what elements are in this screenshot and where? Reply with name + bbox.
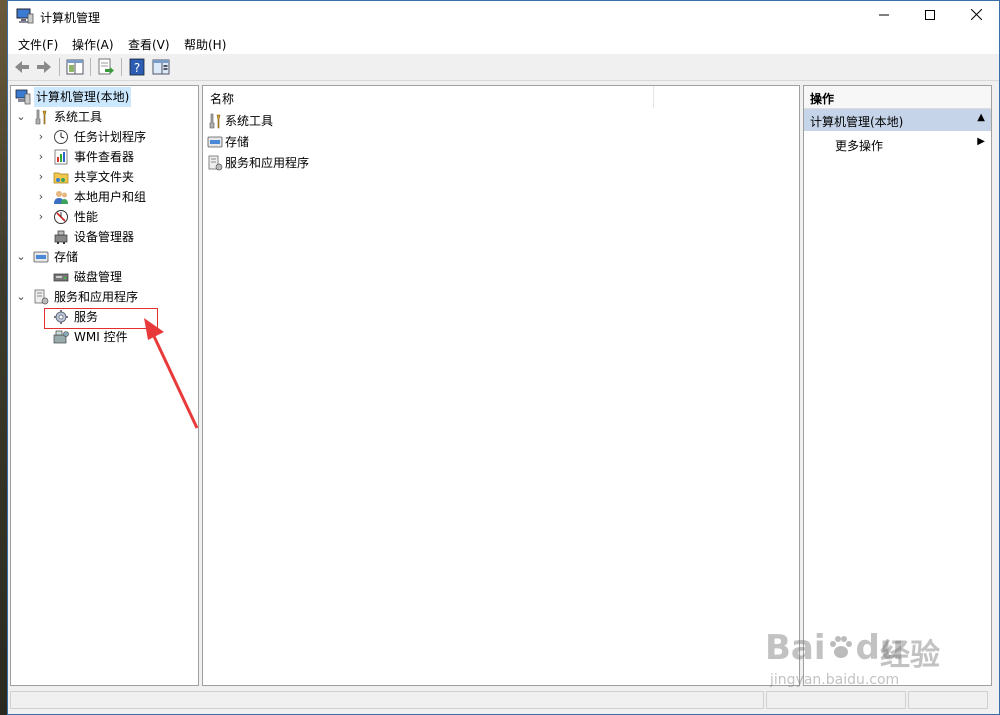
- performance-icon: [54, 210, 68, 224]
- more-actions-label: 更多操作: [835, 139, 884, 153]
- tools-icon: [35, 109, 47, 125]
- action-pane-icon[interactable]: [151, 57, 171, 77]
- collapsed-chevron-icon[interactable]: ›: [35, 147, 47, 167]
- tree-item-root[interactable]: 计算机管理(本地): [11, 87, 196, 107]
- action-pane: 操作 计算机管理(本地) ▲ 更多操作 ▶: [803, 85, 992, 686]
- back-arrow-icon[interactable]: [12, 57, 32, 77]
- list-item[interactable]: 系统工具: [207, 111, 507, 131]
- tree-label-wmi: WMI 控件: [74, 330, 128, 344]
- title-bar[interactable]: 计算机管理: [8, 1, 999, 32]
- minimize-icon: [879, 14, 889, 16]
- storage-icon: [207, 136, 223, 148]
- tree-label-storage: 存储: [54, 250, 79, 264]
- services-apps-icon: [34, 289, 49, 305]
- toolbar-separator: [90, 58, 91, 76]
- collapsed-chevron-icon[interactable]: ›: [35, 167, 47, 187]
- console-tree-icon[interactable]: [65, 57, 85, 77]
- tree-item-device-manager[interactable]: 设备管理器: [11, 227, 196, 247]
- action-section-title: 计算机管理(本地): [810, 115, 904, 129]
- export-list-icon[interactable]: [96, 57, 116, 77]
- users-icon: [54, 191, 68, 204]
- tools-icon: [209, 113, 221, 129]
- menu-file[interactable]: 文件(F): [18, 36, 58, 53]
- paw-logo: [829, 636, 852, 658]
- column-header-name[interactable]: 名称: [203, 86, 654, 108]
- expanded-chevron-icon[interactable]: ⌄: [15, 247, 27, 267]
- tree-item-local-users[interactable]: › 本地用户和组: [11, 187, 196, 207]
- close-icon: [970, 8, 982, 21]
- shared-folder-icon: [53, 172, 69, 184]
- tree-item-disk-management[interactable]: 磁盘管理: [11, 267, 196, 287]
- tree-item-services-apps[interactable]: ⌄ 服务和应用程序: [11, 287, 196, 307]
- tree-item-performance[interactable]: › 性能: [11, 207, 196, 227]
- list-item-label: 系统工具: [225, 114, 274, 128]
- toolbar: ?: [8, 54, 999, 81]
- list-item[interactable]: 存储: [207, 132, 507, 152]
- collapsed-chevron-icon[interactable]: ›: [35, 127, 47, 147]
- tree-item-shared-folders[interactable]: › 共享文件夹: [11, 167, 196, 187]
- menu-action[interactable]: 操作(A): [72, 36, 114, 53]
- svg-text:?: ?: [134, 61, 140, 75]
- forward-arrow-icon[interactable]: [34, 57, 54, 77]
- toolbar-separator: [121, 58, 122, 76]
- tree-item-system-tools[interactable]: ⌄ 系统工具: [11, 107, 196, 127]
- submenu-arrow-icon: ▶: [977, 136, 985, 147]
- more-actions-item[interactable]: 更多操作 ▶: [804, 133, 991, 155]
- maximize-button[interactable]: [907, 1, 953, 32]
- annotation-arrow: [144, 318, 199, 429]
- maximize-icon: [925, 10, 935, 20]
- minimize-button[interactable]: [861, 1, 907, 32]
- window-title: 计算机管理: [40, 11, 101, 25]
- event-viewer-icon: [54, 149, 68, 165]
- tree-label-root: 计算机管理(本地): [34, 87, 132, 107]
- tree-item-task-scheduler[interactable]: › 任务计划程序: [11, 127, 196, 147]
- collapsed-chevron-icon[interactable]: ›: [35, 207, 47, 227]
- expanded-chevron-icon[interactable]: ⌄: [15, 287, 27, 307]
- tree-label-disk-management: 磁盘管理: [74, 270, 123, 284]
- status-cell: [766, 691, 906, 709]
- help-icon[interactable]: ?: [127, 57, 147, 77]
- tree-label-performance: 性能: [74, 210, 99, 224]
- tree-label-device-manager: 设备管理器: [74, 230, 135, 244]
- collapsed-chevron-icon[interactable]: ›: [35, 187, 47, 207]
- tree-label-system-tools: 系统工具: [54, 110, 103, 124]
- tree-label-local-users: 本地用户和组: [74, 190, 147, 204]
- column-header-label: 名称: [210, 92, 235, 106]
- menu-help[interactable]: 帮助(H): [184, 36, 226, 53]
- menu-bar: 文件(F) 操作(A) 查看(V) 帮助(H): [8, 32, 999, 54]
- toolbar-separator: [59, 58, 60, 76]
- watermark-url: jingyan.baidu.com: [770, 672, 900, 688]
- close-button[interactable]: [953, 1, 999, 32]
- watermark-cn: 经验: [880, 638, 940, 673]
- disk-icon: [53, 273, 69, 282]
- device-manager-icon: [54, 230, 68, 244]
- wmi-control-icon: [53, 330, 69, 344]
- storage-icon: [33, 251, 49, 263]
- menu-view[interactable]: 查看(V): [128, 36, 170, 53]
- clock-icon: [54, 130, 68, 144]
- status-bar: [8, 688, 999, 714]
- status-cell: [10, 691, 764, 709]
- list-item-label: 存储: [225, 135, 250, 149]
- action-pane-title: 操作: [810, 92, 835, 106]
- tree-label-task-scheduler: 任务计划程序: [74, 130, 147, 144]
- list-item-label: 服务和应用程序: [225, 156, 310, 170]
- computer-management-icon: [15, 89, 31, 105]
- computer-management-icon: [16, 8, 34, 24]
- collapse-up-icon[interactable]: ▲: [977, 112, 985, 123]
- tree-label-shared-folders: 共享文件夹: [74, 170, 135, 184]
- status-cell: [908, 691, 988, 709]
- action-pane-header: 操作: [804, 86, 991, 109]
- tree-item-event-viewer[interactable]: › 事件查看器: [11, 147, 196, 167]
- tree-item-storage[interactable]: ⌄ 存储: [11, 247, 196, 267]
- expanded-chevron-icon[interactable]: ⌄: [15, 107, 27, 127]
- services-apps-icon: [208, 155, 223, 171]
- tree-label-services-apps: 服务和应用程序: [54, 290, 139, 304]
- content-list-pane[interactable]: 名称 系统工具 存储 服务和应用程序: [202, 85, 800, 686]
- list-item[interactable]: 服务和应用程序: [207, 153, 507, 173]
- action-section-header[interactable]: 计算机管理(本地) ▲: [804, 109, 991, 131]
- tree-label-event-viewer: 事件查看器: [74, 150, 135, 164]
